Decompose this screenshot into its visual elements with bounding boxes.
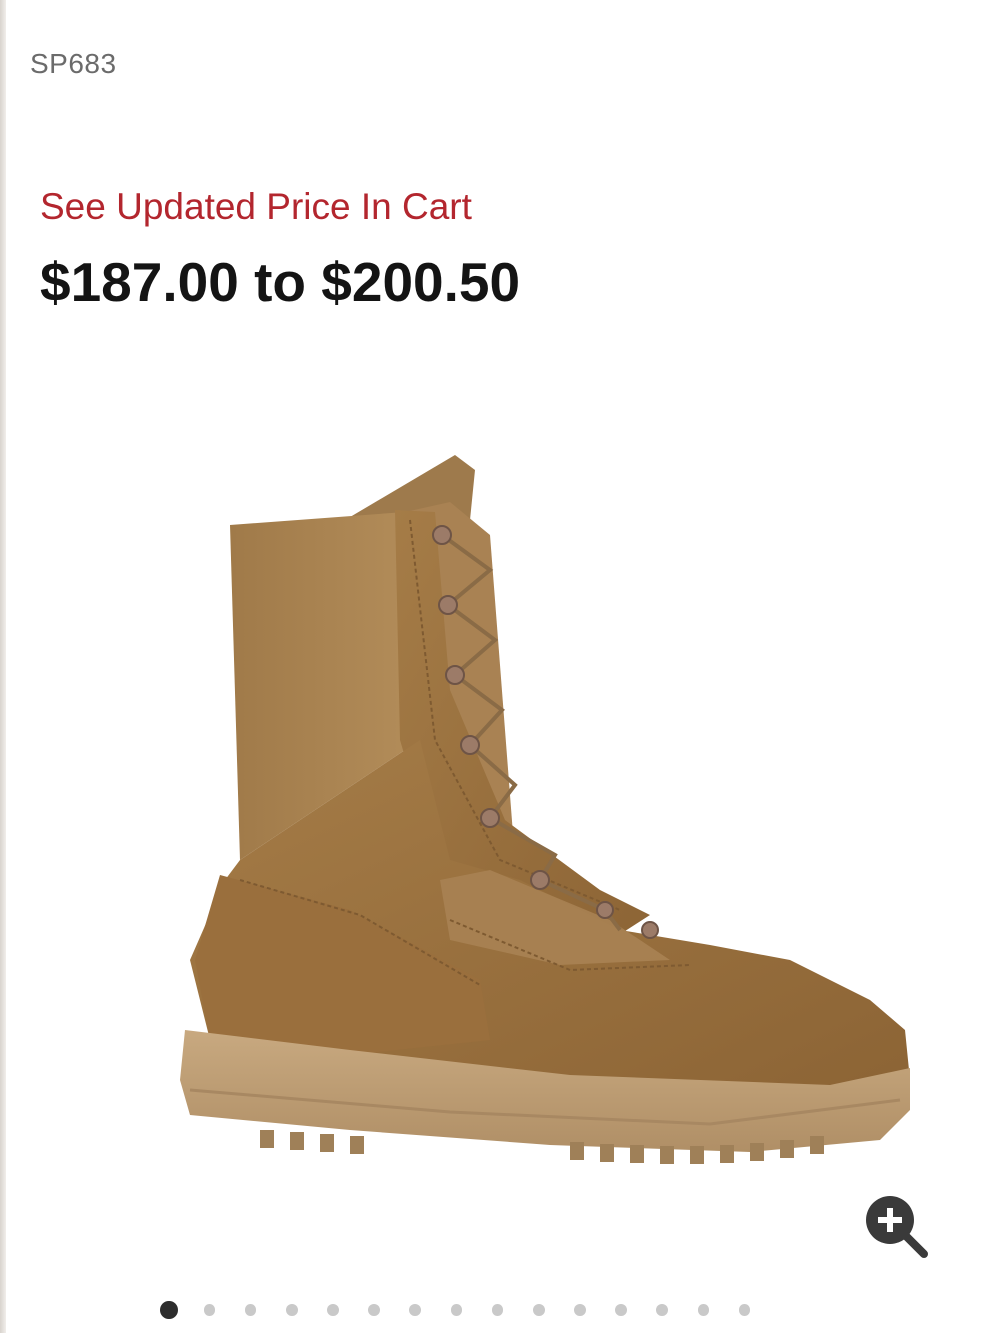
gallery-dot-9[interactable] [491, 1304, 504, 1316]
gallery-dot-15[interactable] [738, 1304, 751, 1316]
gallery-dot-13[interactable] [656, 1304, 669, 1316]
left-edge-shadow [0, 0, 6, 1333]
gallery-dot-12[interactable] [615, 1304, 627, 1316]
gallery-dot-1[interactable] [160, 1301, 178, 1319]
gallery-dot-5[interactable] [327, 1304, 339, 1316]
gallery-dot-4[interactable] [285, 1304, 298, 1316]
product-sku: SP683 [30, 48, 117, 79]
gallery-dot-3[interactable] [244, 1304, 257, 1316]
gallery-dot-7[interactable] [409, 1304, 422, 1316]
zoom-in-icon[interactable] [862, 1192, 930, 1260]
gallery-dot-6[interactable] [368, 1304, 380, 1316]
gallery-dot-11[interactable] [574, 1304, 586, 1316]
gallery-pagination [160, 1300, 780, 1320]
product-image[interactable] [150, 440, 930, 1180]
gallery-dot-14[interactable] [697, 1304, 710, 1316]
gallery-dot-10[interactable] [532, 1304, 545, 1316]
gallery-dot-8[interactable] [450, 1304, 463, 1316]
gallery-dot-2[interactable] [203, 1304, 216, 1316]
price-promo-text: See Updated Price In Cart [40, 186, 472, 227]
price-range: $187.00 to $200.50 [40, 251, 521, 313]
